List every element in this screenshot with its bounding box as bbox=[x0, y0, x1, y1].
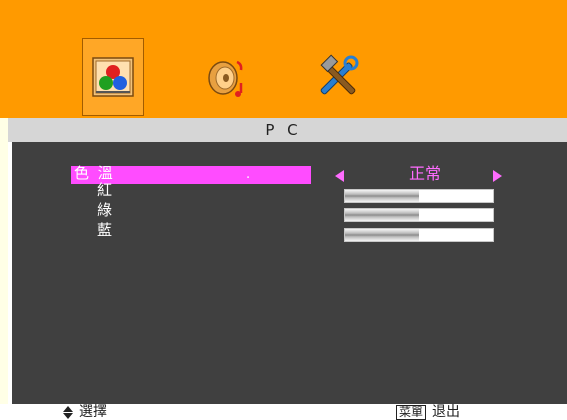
menu-key-badge: 菜單 bbox=[396, 404, 427, 420]
right-arrow-icon[interactable] bbox=[493, 170, 502, 182]
red-slider[interactable] bbox=[344, 189, 494, 203]
green-slider[interactable] bbox=[344, 208, 494, 222]
select-hint: 選擇 bbox=[63, 404, 107, 420]
green-slider-fill bbox=[345, 209, 419, 221]
green-label: 綠 bbox=[97, 201, 113, 219]
color-circles-icon bbox=[92, 57, 134, 97]
exit-hint: 菜單 退出 bbox=[396, 404, 460, 420]
red-label: 紅 bbox=[97, 181, 113, 199]
blue-label: 藍 bbox=[97, 221, 113, 239]
color-temperature-value: 正常 bbox=[408, 164, 441, 183]
top-menu-bar bbox=[0, 0, 567, 118]
blue-slider-fill bbox=[345, 229, 419, 241]
red-slider-fill bbox=[345, 190, 419, 202]
left-border bbox=[0, 118, 8, 408]
tab-picture[interactable] bbox=[82, 38, 144, 116]
footer-hints: 選擇 菜單 退出 bbox=[0, 404, 567, 420]
exit-label: 退出 bbox=[432, 404, 461, 420]
blue-slider[interactable] bbox=[344, 228, 494, 242]
speaker-icon bbox=[208, 60, 243, 97]
tab-setup[interactable] bbox=[307, 38, 369, 116]
page-title: P C bbox=[0, 118, 567, 142]
left-arrow-icon[interactable] bbox=[335, 170, 344, 182]
row-marker: . bbox=[246, 167, 251, 182]
select-label: 選擇 bbox=[79, 404, 107, 420]
color-temperature-label: 色 溫 bbox=[74, 164, 115, 182]
up-down-arrow-icon bbox=[63, 405, 73, 419]
hammer-wrench-icon bbox=[320, 54, 359, 95]
tab-audio[interactable] bbox=[196, 38, 258, 116]
